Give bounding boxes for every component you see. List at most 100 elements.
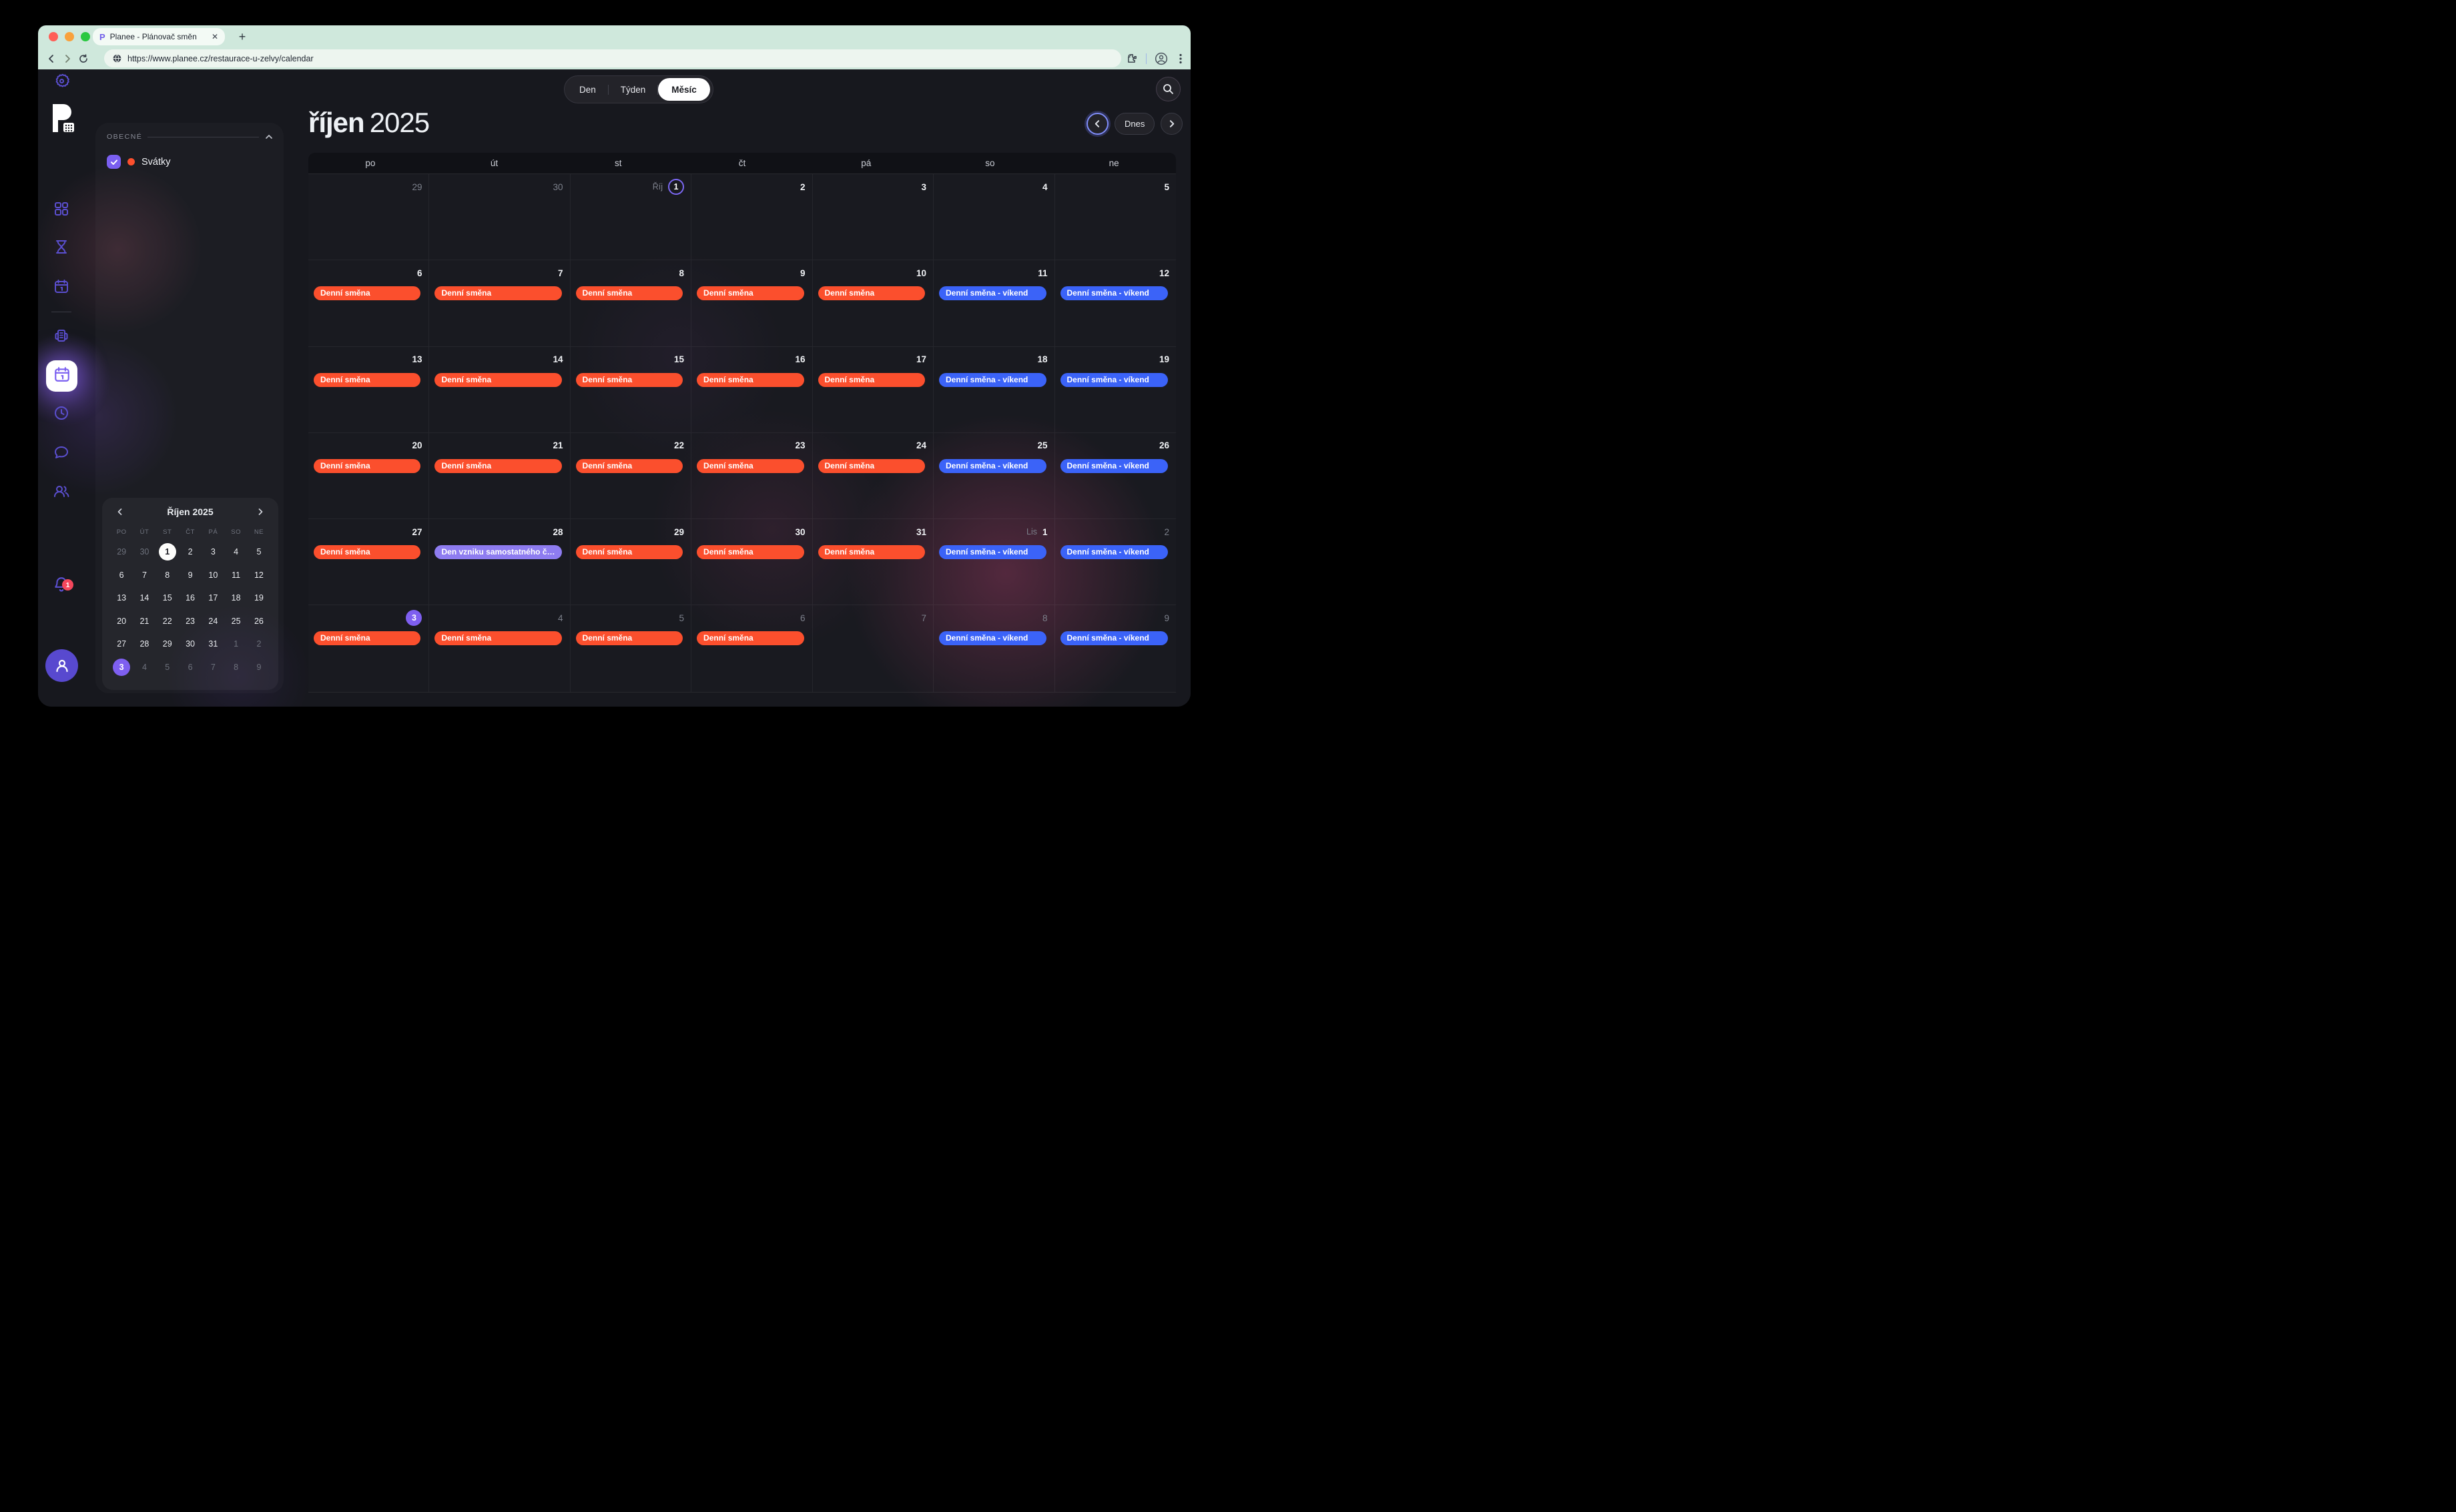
mini-cal-day[interactable]: 25 [224,610,247,633]
mini-cal-day[interactable]: 26 [248,610,270,633]
svatky-checkbox[interactable] [107,155,121,169]
calendar-cell[interactable]: 12Denní směna - víkend [1055,260,1177,346]
mini-cal-day[interactable]: 4 [224,540,247,564]
new-tab-button[interactable]: + [234,29,250,45]
mini-cal-day[interactable]: 30 [179,633,202,656]
mini-cal-day[interactable]: 2 [179,540,202,564]
event-chip[interactable]: Denní směna [818,545,926,559]
event-chip[interactable]: Denní směna [314,286,420,300]
mini-cal-day[interactable]: 9 [179,564,202,587]
browser-profile-icon[interactable] [1155,52,1168,65]
calendar-cell[interactable]: 2 [691,174,812,260]
event-chip[interactable]: Denní směna - víkend [939,373,1046,387]
mini-cal-day[interactable]: 21 [133,610,156,633]
planee-logo[interactable] [50,103,77,133]
event-chip[interactable]: Den vzniku samostatného č… [434,545,561,559]
event-chip[interactable]: Denní směna [697,631,804,645]
event-chip[interactable]: Denní směna - víkend [1060,545,1169,559]
calendar-cell[interactable]: 14Denní směna [429,347,570,433]
event-chip[interactable]: Denní směna [434,373,561,387]
minimize-window-button[interactable] [65,32,74,41]
event-chip[interactable]: Denní směna [434,459,561,473]
calendar-cell[interactable]: 6Denní směna [691,605,812,691]
calendar-cell[interactable]: 20Denní směna [308,433,429,519]
calendar-cell[interactable]: 11Denní směna - víkend [934,260,1054,346]
mini-cal-next-icon[interactable] [254,506,266,518]
reload-icon[interactable] [75,51,91,67]
tab-close-icon[interactable]: ✕ [212,32,218,41]
event-chip[interactable]: Denní směna [434,631,561,645]
event-chip[interactable]: Denní směna - víkend [1060,459,1169,473]
mini-cal-day[interactable]: 9 [248,656,270,679]
tab-week[interactable]: Týden [609,78,658,101]
calendar-cell[interactable]: 5Denní směna [571,605,692,691]
mini-cal-day[interactable]: 19 [248,587,270,610]
calendar-cell[interactable]: 9Denní směna - víkend [1055,605,1177,691]
event-chip[interactable]: Denní směna [576,631,683,645]
mini-cal-day[interactable]: 29 [110,540,133,564]
event-chip[interactable]: Denní směna [697,373,804,387]
calendar-cell[interactable]: 8Denní směna - víkend [934,605,1054,691]
mini-cal-day[interactable]: 24 [202,610,224,633]
calendar-cell[interactable]: 23Denní směna [691,433,812,519]
mini-cal-day[interactable]: 10 [202,564,224,587]
event-chip[interactable]: Denní směna [314,373,420,387]
event-chip[interactable]: Denní směna [697,286,804,300]
tab-month[interactable]: Měsíc [658,78,710,101]
mini-cal-day[interactable]: 18 [224,587,247,610]
calendar-cell[interactable]: 4 [934,174,1054,260]
calendar-cell[interactable]: 29 [308,174,429,260]
search-button[interactable] [1156,77,1181,101]
event-chip[interactable]: Denní směna - víkend [1060,631,1169,645]
calendar-cell[interactable]: 16Denní směna [691,347,812,433]
mini-cal-day[interactable]: 20 [110,610,133,633]
event-chip[interactable]: Denní směna [576,286,683,300]
address-bar[interactable]: https://www.planee.cz/restaurace-u-zelvy… [104,49,1121,67]
calendar-cell[interactable]: 21Denní směna [429,433,570,519]
mini-cal-day[interactable]: 30 [133,540,156,564]
mini-cal-day[interactable]: 5 [156,656,179,679]
calendar-cell[interactable]: 19Denní směna - víkend [1055,347,1177,433]
mini-cal-day[interactable]: 7 [133,564,156,587]
mini-cal-day[interactable]: 1 [156,540,179,564]
mini-cal-day[interactable]: 17 [202,587,224,610]
calendar-cell[interactable]: 15Denní směna [571,347,692,433]
mini-cal-day[interactable]: 6 [110,564,133,587]
mini-cal-prev-icon[interactable] [114,506,126,518]
mini-cal-day[interactable]: 22 [156,610,179,633]
close-window-button[interactable] [49,32,58,41]
chevron-up-icon[interactable] [264,132,274,141]
event-chip[interactable]: Denní směna [434,286,561,300]
mini-cal-day[interactable]: 7 [202,656,224,679]
mini-cal-day[interactable]: 1 [224,633,247,656]
calendar-cell[interactable]: 10Denní směna [813,260,934,346]
event-chip[interactable]: Denní směna [314,459,420,473]
mini-cal-day[interactable]: 13 [110,587,133,610]
mini-cal-day[interactable]: 29 [156,633,179,656]
calendar-cell[interactable]: 29Denní směna [571,519,692,605]
extensions-icon[interactable] [1127,53,1138,64]
event-chip[interactable]: Denní směna [576,459,683,473]
calendar-cell[interactable]: 6Denní směna [308,260,429,346]
event-chip[interactable]: Denní směna [576,545,683,559]
calendar-cell[interactable]: Říj1 [571,174,692,260]
event-chip[interactable]: Denní směna [314,545,420,559]
mini-cal-day[interactable]: 12 [248,564,270,587]
mini-cal-day[interactable]: 23 [179,610,202,633]
mini-cal-day[interactable]: 31 [202,633,224,656]
mini-cal-day[interactable]: 3 [110,656,133,679]
calendar-cell[interactable]: 17Denní směna [813,347,934,433]
forward-icon[interactable] [59,51,75,67]
sidebar-item-printer[interactable] [48,324,75,350]
mini-cal-day[interactable]: 8 [224,656,247,679]
next-month-button[interactable] [1161,113,1183,135]
browser-menu-icon[interactable] [1176,53,1185,64]
mini-cal-day[interactable]: 5 [248,540,270,564]
user-avatar[interactable] [45,649,78,682]
mini-cal-day[interactable]: 11 [224,564,247,587]
mini-cal-day[interactable]: 14 [133,587,156,610]
event-chip[interactable]: Denní směna [818,286,926,300]
event-chip[interactable]: Denní směna [818,459,926,473]
mini-cal-day[interactable]: 15 [156,587,179,610]
event-chip[interactable]: Denní směna [818,373,926,387]
